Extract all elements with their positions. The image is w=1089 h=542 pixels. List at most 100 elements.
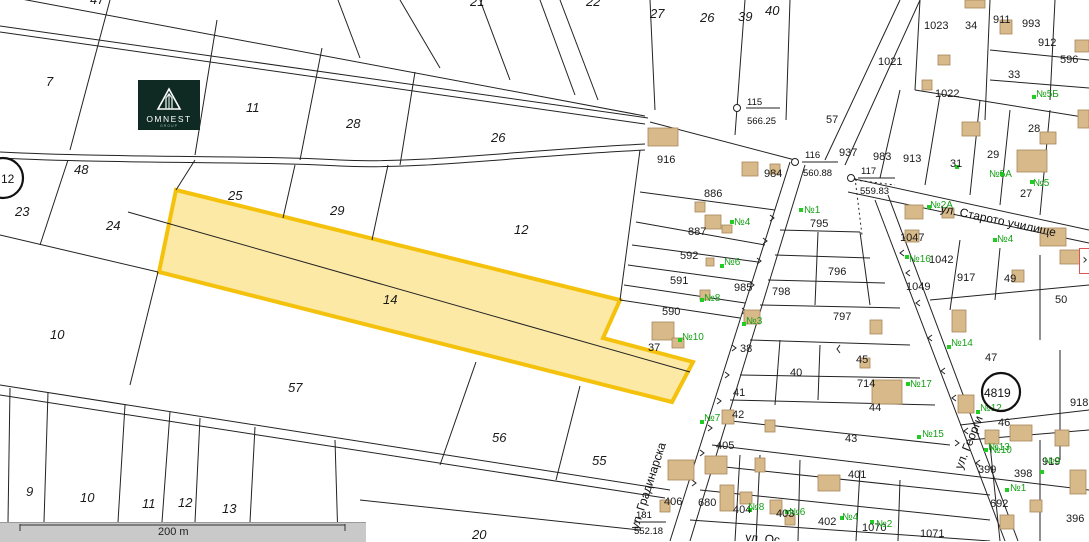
survey-point-id: 117 xyxy=(861,166,876,177)
street-number: №7 xyxy=(704,413,721,424)
lot-label: 1047 xyxy=(900,232,924,244)
lot-label: 918 xyxy=(1070,397,1088,409)
survey-point-elevation: 559.83 xyxy=(860,186,889,197)
lot-label: 937 xyxy=(839,147,857,159)
survey-point-id: 116 xyxy=(805,150,820,161)
lot-label: 590 xyxy=(662,306,680,318)
street-number: №4 xyxy=(997,234,1014,245)
street-number: №3 xyxy=(746,316,763,327)
lot-label: 917 xyxy=(957,272,975,284)
logo-brand-text: OMNEST xyxy=(146,114,192,124)
parcel-label: 56 xyxy=(492,430,507,445)
street-number: №10 xyxy=(990,445,1012,456)
lot-label: 27 xyxy=(1020,188,1032,200)
lot-label: 1071 xyxy=(920,528,944,540)
chevron-right-icon[interactable]: › xyxy=(1079,248,1089,274)
lot-label: 1023 xyxy=(924,20,948,32)
lot-label: 798 xyxy=(772,286,790,298)
survey-point-id: 115 xyxy=(747,97,762,108)
lot-label: 913 xyxy=(903,153,921,165)
lot-label: 1022 xyxy=(935,88,959,100)
parcel-label: 57 xyxy=(288,380,303,395)
lot-label: 33 xyxy=(1008,69,1020,81)
street-number: №5Б xyxy=(1036,89,1059,100)
lot-label: 680 xyxy=(698,497,716,509)
street-number: №17 xyxy=(910,379,932,390)
lot-label: 1049 xyxy=(906,281,930,293)
street-number: №14 xyxy=(951,338,973,349)
street-number: №1 xyxy=(1010,483,1027,494)
lot-label: 591 xyxy=(670,275,688,287)
parcel-label: 25 xyxy=(227,188,243,203)
lot-label: 40 xyxy=(790,367,802,379)
circled-label-4819: 4819 xyxy=(984,386,1011,400)
street-name-bottom: ул. Ос xyxy=(745,530,781,541)
lot-label: 46 xyxy=(998,417,1010,429)
parcel-label: 11 xyxy=(142,496,156,511)
lot-label: 911 xyxy=(993,14,1011,26)
street-number: №5А xyxy=(989,169,1012,180)
lot-label: 797 xyxy=(833,311,851,323)
circled-label-12: 12 xyxy=(1,172,15,186)
parcel-label: 40 xyxy=(765,3,780,18)
parcel-label: 10 xyxy=(50,327,65,342)
lot-label: 993 xyxy=(1022,18,1040,30)
scale-bar-label: 200 m xyxy=(158,526,189,538)
omnest-logo: OMNEST GROUP xyxy=(138,80,200,130)
parcel-label: 29 xyxy=(329,203,344,218)
parcel-label: 27 xyxy=(649,6,665,21)
logo-sub-text: GROUP xyxy=(160,124,178,128)
lot-label: 592 xyxy=(680,250,698,262)
street-number: №4 xyxy=(842,512,859,523)
lot-label: 49 xyxy=(1004,273,1016,285)
lot-label: 37 xyxy=(648,342,660,354)
survey-point-id: 181 xyxy=(636,510,652,521)
survey-point-elevation: 552.18 xyxy=(634,526,663,537)
lot-label: 399 xyxy=(978,464,996,476)
lot-label: 31 xyxy=(950,158,962,170)
parcel-label: 7 xyxy=(46,74,54,89)
lot-label: 887 xyxy=(688,226,706,238)
lot-label: 916 xyxy=(657,154,675,166)
lot-label: 912 xyxy=(1038,37,1056,49)
lot-label: 796 xyxy=(828,266,846,278)
lot-label: 45 xyxy=(856,354,868,366)
street-number: №9 xyxy=(1044,456,1061,467)
street-number: №6 xyxy=(789,507,806,518)
parcel-label: 11 xyxy=(246,100,260,115)
street-number: №8 xyxy=(704,293,721,304)
lot-label: 983 xyxy=(873,151,891,163)
parcel-label: 9 xyxy=(26,484,33,499)
lot-label: 985 xyxy=(734,282,752,294)
lot-label: 42 xyxy=(732,409,744,421)
parcel-label: 22 xyxy=(585,0,601,9)
lot-label: 29 xyxy=(987,149,999,161)
lot-label: 38 xyxy=(740,343,752,355)
street-number: №16 xyxy=(909,254,931,265)
parcel-label: 39 xyxy=(738,9,752,24)
lot-label: 47 xyxy=(985,352,997,364)
lot-label: 28 xyxy=(1028,123,1040,135)
survey-point-elevation: 566.25 xyxy=(747,116,776,127)
parcel-label: 55 xyxy=(592,453,607,468)
lot-label: 44 xyxy=(869,402,881,414)
lot-label: 596 xyxy=(1060,54,1078,66)
parcel-label: 24 xyxy=(105,218,120,233)
lot-label: 1042 xyxy=(929,254,953,266)
lot-label: 692 xyxy=(990,498,1008,510)
street-number: №5 xyxy=(1033,178,1050,189)
lot-label: 795 xyxy=(810,218,828,230)
lot-label: 401 xyxy=(848,469,866,481)
parcel-label: 13 xyxy=(222,501,237,516)
lot-label: 406 xyxy=(664,496,682,508)
street-number: №10 xyxy=(682,332,704,343)
parcel-label: 28 xyxy=(345,116,361,131)
parcel-label: 21 xyxy=(469,0,484,9)
parcel-label: 47 xyxy=(90,0,105,7)
lot-label: 57 xyxy=(826,114,838,126)
lot-label: 714 xyxy=(857,378,875,390)
lot-label: 984 xyxy=(764,168,782,180)
street-number: №2 xyxy=(876,519,893,530)
parcel-label: 23 xyxy=(14,204,30,219)
street-number: №8 xyxy=(748,502,765,513)
